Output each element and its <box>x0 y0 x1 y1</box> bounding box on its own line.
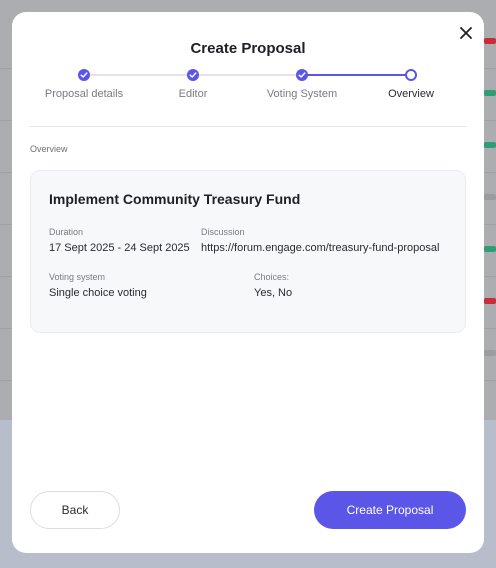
background-status-mark <box>484 194 496 200</box>
discussion-link[interactable]: https://forum.engage.com/treasury-fund-p… <box>201 242 439 254</box>
background-status-mark <box>484 246 496 252</box>
modal-title: Create Proposal <box>190 40 306 57</box>
create-proposal-button[interactable]: Create Proposal <box>314 491 466 529</box>
step-1-check-icon <box>78 69 90 81</box>
step-label-overview: Overview <box>388 88 434 100</box>
choices-value: Yes, No <box>254 287 293 299</box>
background-status-mark <box>484 38 496 44</box>
stepper-progress <box>302 74 411 76</box>
voting-system-label: Voting system <box>49 272 106 282</box>
create-proposal-modal: Create Proposal Proposal details Editor … <box>12 12 484 553</box>
step-4-current-indicator <box>405 69 417 81</box>
header-divider <box>30 126 466 127</box>
choices-label: Choices: <box>254 272 290 282</box>
voting-system-value: Single choice voting <box>49 287 147 299</box>
background-status-mark <box>484 142 496 148</box>
proposal-title: Implement Community Treasury Fund <box>49 191 301 207</box>
overview-section-label: Overview <box>30 144 68 154</box>
close-icon <box>460 27 472 39</box>
step-3-check-icon <box>296 69 308 81</box>
duration-value: 17 Sept 2025 - 24 Sept 2025 <box>49 242 190 254</box>
back-button[interactable]: Back <box>30 491 120 529</box>
step-2-check-icon <box>187 69 199 81</box>
background-status-mark <box>484 90 496 96</box>
proposal-overview-card: Implement Community Treasury Fund Durati… <box>30 170 466 333</box>
discussion-label: Discussion <box>201 227 245 237</box>
duration-label: Duration <box>49 227 84 237</box>
background-status-mark <box>484 298 496 304</box>
background-status-mark <box>484 350 496 356</box>
